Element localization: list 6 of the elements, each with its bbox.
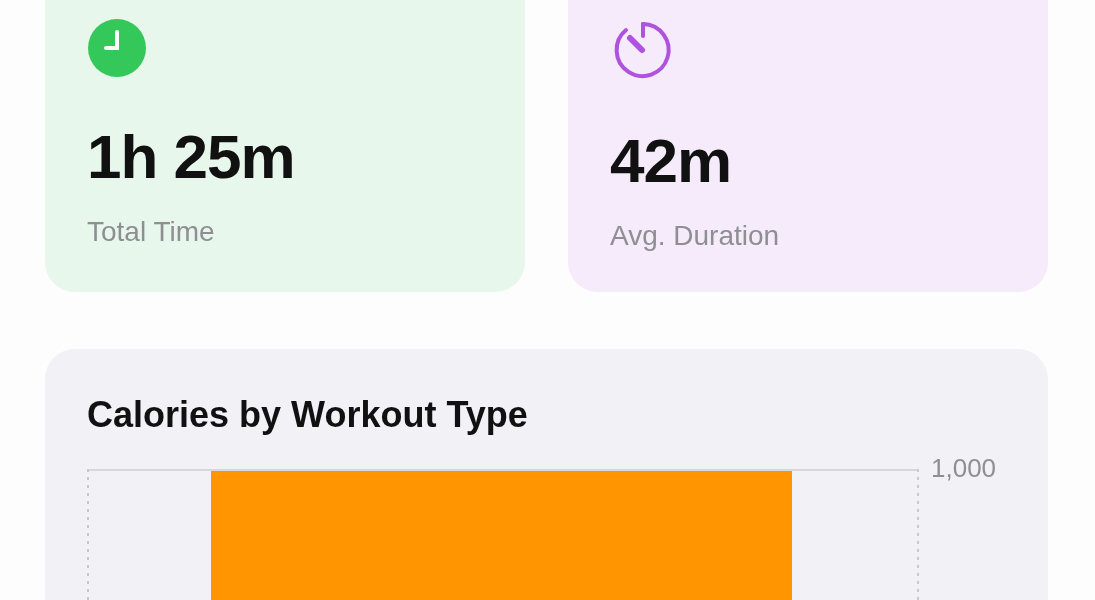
axis-tick-label: 1,000 [931, 455, 997, 481]
stat-value: 1h 25m [87, 126, 296, 188]
chart-title: Calories by Workout Type [87, 397, 529, 433]
stat-value: 42m [610, 130, 733, 192]
stat-label: Avg. Duration [610, 222, 781, 250]
stat-label: Total Time [87, 218, 216, 246]
